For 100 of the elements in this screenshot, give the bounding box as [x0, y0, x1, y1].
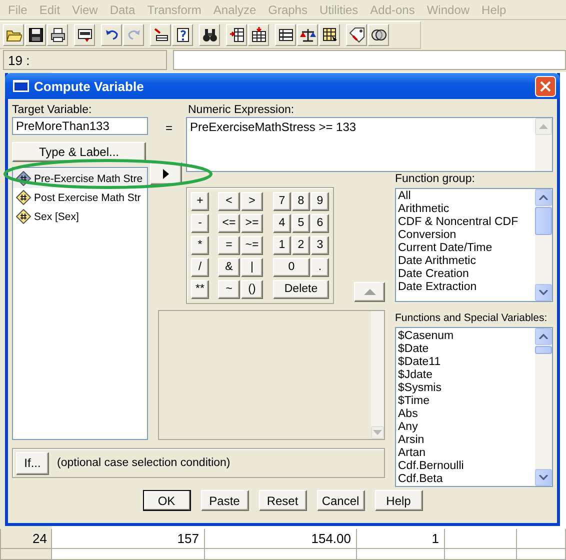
list-item[interactable]: $Date11 [398, 356, 535, 369]
scroll-thumb[interactable] [535, 207, 552, 235]
list-item[interactable]: $Casenum [398, 330, 535, 343]
list-item[interactable]: CDF & Noncentral CDF [398, 216, 535, 229]
keypad-key[interactable]: 0 [273, 258, 310, 277]
variable-item[interactable]: Post Exercise Math Str [13, 188, 147, 207]
keypad-key[interactable]: 2 [292, 236, 310, 255]
keypad-key[interactable]: >= [241, 214, 263, 233]
list-item[interactable]: $Date [398, 343, 535, 356]
list-item[interactable]: Conversion [398, 229, 535, 242]
keypad-key[interactable]: / [191, 258, 209, 277]
keypad-key[interactable]: 8 [292, 192, 310, 211]
keypad-key[interactable]: * [191, 236, 209, 255]
up-button[interactable] [354, 282, 385, 302]
list-item[interactable]: Date Creation [398, 268, 535, 281]
scroll-thumb[interactable] [535, 346, 552, 354]
keypad-key[interactable]: 3 [311, 236, 329, 255]
list-item[interactable]: Cdf.Bernoulli [398, 460, 535, 473]
scroll-up-button[interactable] [535, 189, 552, 206]
type-label-button[interactable]: Type & Label... [12, 142, 146, 162]
keypad-key[interactable]: 4 [273, 214, 291, 233]
scrollbar[interactable] [371, 311, 384, 439]
question-sheet-icon [174, 27, 190, 43]
keypad-key[interactable]: > [241, 192, 263, 211]
binoculars-icon [202, 27, 218, 43]
list-item[interactable]: Date Arithmetic [398, 255, 535, 268]
dialog-button[interactable]: Cancel [316, 490, 364, 511]
keypad-key[interactable]: 6 [311, 214, 329, 233]
keypad-key[interactable]: <= [218, 214, 240, 233]
circles-icon [370, 27, 386, 43]
toolbar-button[interactable] [101, 24, 122, 46]
table-cell: 157 [52, 529, 205, 549]
dialog-button[interactable]: OK [142, 490, 190, 511]
list-item[interactable]: Any [398, 421, 535, 434]
insert-column-icon [250, 27, 266, 43]
keypad-key[interactable]: 5 [292, 214, 310, 233]
toolbar-button[interactable] [199, 24, 220, 46]
row-header[interactable]: 24 [0, 529, 52, 549]
keypad-key[interactable]: Delete [273, 280, 329, 299]
keypad-key[interactable]: ** [191, 280, 209, 299]
keypad-key[interactable]: ~ [218, 280, 240, 299]
expression-field[interactable]: PreExerciseMathStress >= 133 [186, 117, 553, 172]
list-item[interactable]: Arithmetic [398, 203, 535, 216]
keypad-key[interactable]: & [218, 258, 240, 277]
toolbar-button[interactable] [368, 24, 389, 46]
window-icon [13, 80, 29, 92]
toolbar-button[interactable] [297, 24, 318, 46]
toolbar-button[interactable] [25, 24, 46, 46]
toolbar-button[interactable] [346, 24, 367, 46]
scroll-down-button[interactable] [535, 284, 552, 301]
toolbar-button[interactable] [150, 24, 171, 46]
list-item[interactable]: Abs [398, 408, 535, 421]
toolbar-button[interactable] [319, 24, 340, 46]
dialog-button[interactable]: Paste [200, 490, 248, 511]
dialog-button[interactable]: Help [374, 490, 422, 511]
toolbar-button[interactable] [172, 24, 193, 46]
list-item[interactable]: All [398, 190, 535, 203]
list-item[interactable]: $Sysmis [398, 382, 535, 395]
scroll-up-button[interactable] [535, 328, 552, 345]
list-item[interactable]: Artan [398, 447, 535, 460]
equals-sign: = [164, 120, 174, 135]
toolbar-button[interactable] [74, 24, 95, 46]
scrollbar[interactable] [535, 189, 552, 301]
list-item[interactable]: Cdf.Beta [398, 473, 535, 486]
keypad-key[interactable]: + [191, 192, 209, 211]
keypad-key[interactable]: 1 [273, 236, 291, 255]
window-arrow-icon [76, 27, 92, 43]
keypad-key[interactable]: | [241, 258, 263, 277]
table-cell: 154.00 [205, 529, 357, 549]
scrollbar[interactable] [535, 118, 552, 171]
list-item[interactable]: $Time [398, 395, 535, 408]
keypad-key[interactable]: < [218, 192, 240, 211]
list-item[interactable]: Date Extraction [398, 281, 535, 294]
close-button[interactable] [535, 76, 556, 96]
chevron-up-icon [539, 195, 548, 200]
scrollbar[interactable] [535, 328, 552, 486]
keypad-key[interactable]: ~= [241, 236, 263, 255]
keypad-key[interactable]: 7 [273, 192, 291, 211]
keypad-key[interactable]: - [191, 214, 209, 233]
redo-arrow-icon [126, 27, 142, 43]
list-item[interactable]: $Jdate [398, 369, 535, 382]
list-item[interactable]: Arsin [398, 434, 535, 447]
toolbar-button[interactable] [47, 24, 68, 46]
table-rows-icon [278, 27, 294, 43]
cell-value-field[interactable] [173, 50, 566, 70]
list-item[interactable]: Current Date/Time [398, 242, 535, 255]
toolbar-button[interactable] [226, 24, 247, 46]
if-button[interactable]: If... [16, 452, 49, 474]
keypad-key[interactable]: = [218, 236, 240, 255]
table-cell [445, 549, 517, 560]
input-field[interactable]: PreMoreThan133 [12, 117, 148, 135]
toolbar-button[interactable] [275, 24, 296, 46]
keypad-key[interactable]: . [311, 258, 329, 277]
keypad-key[interactable]: () [241, 280, 263, 299]
toolbar-button[interactable] [3, 24, 24, 46]
keypad-key[interactable]: 9 [311, 192, 329, 211]
toolbar-button[interactable] [248, 24, 269, 46]
dialog-button[interactable]: Reset [258, 490, 306, 511]
variable-item[interactable]: Sex [Sex] [13, 207, 147, 226]
scroll-down-button[interactable] [535, 469, 552, 486]
